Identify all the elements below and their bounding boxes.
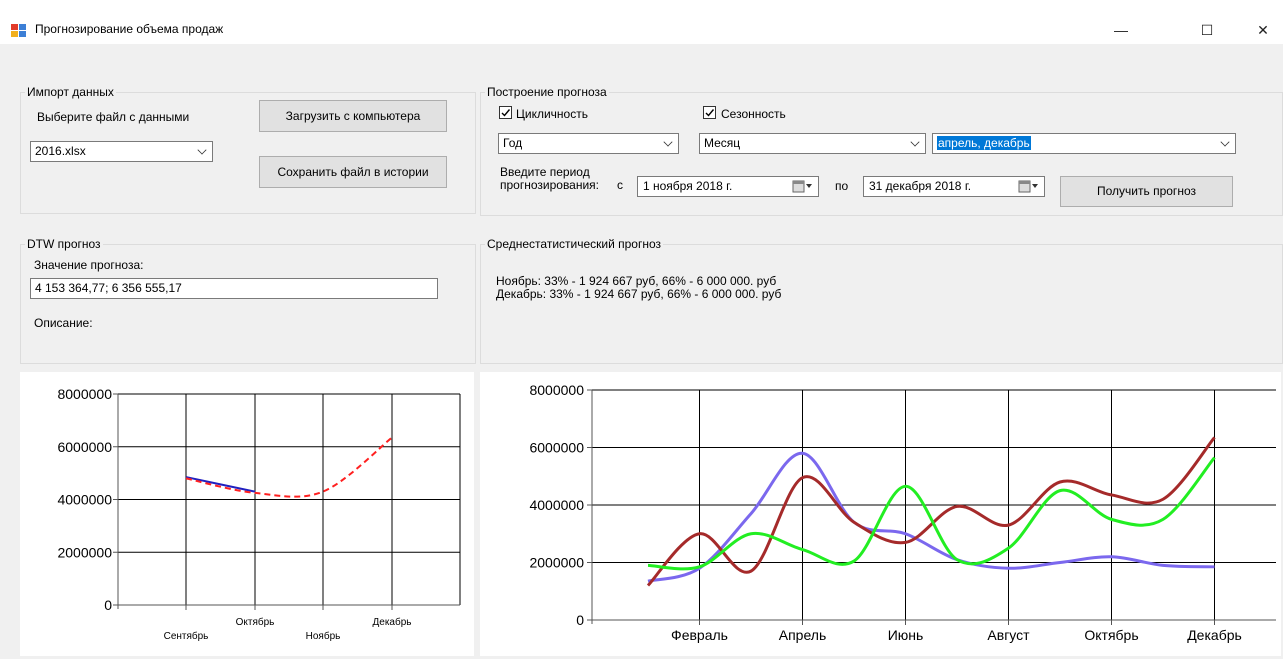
season-unit-select[interactable]: Месяц [699, 133, 926, 154]
seasonality-label: Сезонность [721, 107, 786, 121]
dtw-chart-svg: 8000000 6000000 4000000 2000000 0 Сентябрь Окт… [57, 386, 461, 642]
window-title: Прогнозирование объема продаж [35, 22, 224, 36]
forecast-value-field[interactable]: 4 153 364,77; 6 356 555,17 [30, 278, 438, 299]
chevron-down-icon [663, 137, 673, 147]
y-tick-label: 6000000 [529, 440, 584, 456]
period-label-line1: Введите период [500, 165, 590, 179]
x-tick-label: Декабрь [373, 616, 412, 628]
file-select[interactable]: 2016.xlsx [30, 141, 213, 162]
season-months-select[interactable]: апрель, декабрь [932, 133, 1236, 154]
y-tick-label: 0 [104, 597, 112, 613]
cycle-period-value: Год [503, 136, 523, 150]
calendar-dropdown-icon[interactable] [792, 180, 814, 193]
stat-chart-svg: 8000000 6000000 4000000 2000000 0 Февраль Апре… [529, 382, 1276, 643]
from-date-picker[interactable]: 1 ноября 2018 г. [637, 176, 819, 197]
stat-forecast-group: Среднестатистический прогноз [480, 237, 1283, 364]
maximize-button[interactable]: ☐ [1184, 16, 1230, 44]
import-group-title: Импорт данных [25, 85, 116, 99]
x-tick-label: Октябрь [1084, 627, 1138, 643]
chevron-down-icon [197, 145, 207, 155]
stat-forecast-group-title: Среднестатистический прогноз [485, 237, 664, 251]
seasonality-checkbox[interactable] [703, 106, 716, 119]
stat-forecast-line-2: Декабрь: 33% - 1 924 667 руб, 66% - 6 00… [496, 287, 782, 301]
app-icon [11, 24, 27, 38]
from-label: с [617, 178, 623, 192]
series-line-2 [646, 436, 1216, 587]
to-date-picker[interactable]: 31 декабря 2018 г. [863, 176, 1045, 197]
y-tick-label: 8000000 [529, 382, 584, 398]
x-tick-label: Август [987, 627, 1030, 643]
get-forecast-button[interactable]: Получить прогноз [1060, 176, 1233, 207]
close-button[interactable]: ✕ [1240, 16, 1283, 44]
forecast-value-label: Значение прогноза: [34, 258, 144, 272]
period-label-line2: прогнозирования: [500, 178, 600, 192]
stat-chart: 8000000 6000000 4000000 2000000 0 Февраль Апре… [480, 372, 1281, 656]
x-tick-label: Апрель [779, 627, 827, 643]
series-line-3 [647, 456, 1216, 571]
x-tick-label: Декабрь [1187, 627, 1242, 643]
y-tick-label: 2000000 [57, 544, 112, 560]
to-label: по [835, 179, 849, 193]
y-tick-label: 2000000 [529, 555, 584, 571]
cycle-period-select[interactable]: Год [498, 133, 679, 154]
x-tick-label: Октябрь [236, 616, 275, 628]
x-tick-label: Июнь [888, 627, 924, 643]
forecast-build-group-title: Построение прогноза [485, 85, 609, 99]
x-tick-label: Сентябрь [164, 630, 209, 642]
chevron-down-icon [1220, 137, 1230, 147]
season-unit-value: Месяц [704, 136, 741, 150]
y-tick-label: 6000000 [57, 439, 112, 455]
from-date-value: 1 ноября 2018 г. [643, 179, 733, 193]
season-months-value: апрель, декабрь [937, 136, 1031, 150]
cyclicity-checkbox[interactable] [499, 106, 512, 119]
check-icon [705, 109, 715, 117]
y-tick-label: 4000000 [529, 497, 584, 513]
series-line-1 [185, 476, 256, 493]
y-tick-label: 4000000 [57, 492, 112, 508]
x-tick-label: Ноябрь [306, 630, 341, 642]
x-tick-label: Февраль [671, 627, 728, 643]
save-to-history-button[interactable]: Сохранить файл в истории [259, 156, 447, 188]
dtw-group-title: DTW прогноз [25, 237, 103, 251]
file-select-value: 2016.xlsx [35, 144, 86, 158]
chevron-down-icon [910, 137, 920, 147]
check-icon [501, 109, 511, 117]
choose-file-label: Выберите файл с данными [37, 110, 190, 124]
dtw-chart: 8000000 6000000 4000000 2000000 0 Сентябрь Окт… [20, 372, 474, 656]
title-bar: Прогнозирование объема продаж — ☐ ✕ [0, 0, 1283, 44]
calendar-dropdown-icon[interactable] [1018, 180, 1040, 193]
y-tick-label: 0 [576, 612, 584, 628]
description-label: Описание: [34, 316, 93, 330]
minimize-button[interactable]: — [1098, 16, 1144, 44]
y-tick-label: 8000000 [57, 386, 112, 402]
cyclicity-label: Цикличность [516, 107, 588, 121]
load-from-computer-button[interactable]: Загрузить с компьютера [259, 100, 447, 132]
to-date-value: 31 декабря 2018 г. [869, 179, 972, 193]
